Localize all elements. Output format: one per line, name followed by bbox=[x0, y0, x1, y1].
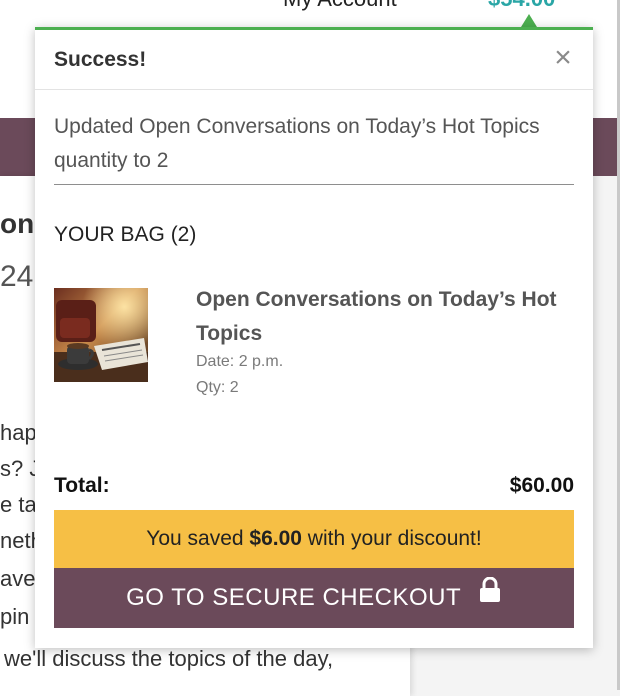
close-icon[interactable]: × bbox=[549, 43, 577, 73]
product-thumbnail[interactable] bbox=[54, 288, 148, 382]
total-value: $60.00 bbox=[509, 474, 574, 497]
total-label: Total: bbox=[54, 474, 110, 497]
discount-suffix: with your discount! bbox=[301, 527, 482, 550]
body-text-line: ave bbox=[0, 566, 36, 591]
discount-prefix: You saved bbox=[146, 527, 250, 550]
product-qty: Qty: 2 bbox=[196, 379, 239, 396]
cart-popup: Success! × Updated Open Conversations on… bbox=[35, 27, 593, 648]
bag-title: YOUR BAG (2) bbox=[54, 223, 197, 246]
my-account-link[interactable]: My Account bbox=[283, 0, 397, 12]
discount-banner: You saved $6.00 with your discount! bbox=[54, 510, 574, 568]
popup-caret bbox=[521, 14, 537, 27]
popup-title: Success! bbox=[54, 48, 147, 71]
checkout-label: GO TO SECURE CHECKOUT bbox=[126, 584, 461, 611]
popup-header: Success! × bbox=[35, 30, 593, 90]
body-text-line: we'll discuss the topics of the day, bbox=[4, 646, 334, 671]
product-name[interactable]: Open Conversations on Today’s Hot Topics bbox=[196, 283, 576, 351]
cart-total-link[interactable]: $54.00 bbox=[488, 0, 555, 12]
divider bbox=[54, 184, 574, 185]
body-text-line: pin bbox=[0, 604, 30, 629]
body-text-line: e ta bbox=[0, 492, 37, 517]
body-text-line: hap bbox=[0, 420, 37, 445]
secure-checkout-button[interactable]: GO TO SECURE CHECKOUT bbox=[54, 568, 574, 628]
discount-amount: $6.00 bbox=[249, 527, 302, 550]
event-date-fragment: 24 bbox=[0, 260, 34, 293]
success-message: Updated Open Conversations on Today’s Ho… bbox=[54, 115, 540, 172]
lock-icon bbox=[478, 566, 502, 626]
product-date: Date: 2 p.m. bbox=[196, 353, 284, 370]
